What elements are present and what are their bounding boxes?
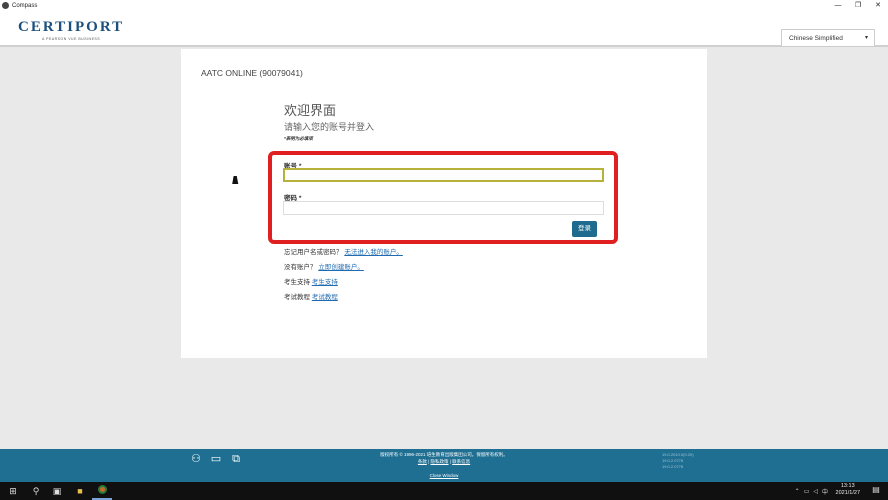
exam-tutorial-text: 考试教程 <box>284 294 310 301</box>
exam-tutorial-link[interactable]: 考试教程 <box>312 294 338 301</box>
candidate-support-text: 考生支持 <box>284 279 310 286</box>
window-controls: — ❐ ✕ <box>828 0 888 11</box>
windows-taskbar: ⊞ ⚲ ▣ ■ ⌃ ▭ ◁ 中 13:13 2021/1/27 ▤ <box>0 482 888 500</box>
window-title: Compass <box>12 2 38 9</box>
language-select-value: Chinese Simplified <box>789 34 843 42</box>
chevron-down-icon: ▾ <box>864 35 868 41</box>
forgot-credentials-text: 忘记用户名或密码？ <box>284 249 343 256</box>
terms-link[interactable]: 条款 <box>418 459 427 464</box>
test-center-name: AATC ONLINE (90079041) <box>201 68 303 78</box>
compass-app-icon <box>2 2 9 9</box>
exam-tutorial-row: 考试教程 考试教程 <box>284 291 338 301</box>
privacy-link[interactable]: 隐私政策 <box>431 459 449 464</box>
ime-indicator[interactable]: 中 <box>822 487 828 496</box>
candidate-support-row: 考生支持 考生支持 <box>284 276 338 286</box>
red-highlight-box <box>268 151 618 244</box>
candidate-support-link[interactable]: 考生支持 <box>312 279 338 286</box>
page-subtitle: 请输入您的账号并登入 <box>284 122 375 132</box>
footer-links: 条款 | 隐私政策 | 联系信息 <box>417 459 471 464</box>
minimize-button[interactable]: — <box>828 0 848 11</box>
language-select[interactable]: Chinese Simplified ▾ <box>781 29 875 47</box>
clock-time: 13:13 <box>840 483 855 489</box>
system-tray: ⌃ ▭ ◁ 中 <box>795 484 828 498</box>
create-account-link[interactable]: 立即创建账户。 <box>318 264 364 271</box>
app-footer: ⚇ ▭ ⧉ 版权所有 © 1996-2021 培生教育出版集团公司。保留所有权利… <box>0 449 888 482</box>
restore-button[interactable]: ❐ <box>848 0 868 11</box>
required-fields-note: *表明为必填项 <box>284 136 313 141</box>
taskbar-clock[interactable]: 13:13 2021/1/27 <box>836 483 860 497</box>
version-info: 19.0.2010.0(0.20) 19.0.2.0778 19.0.2.077… <box>662 452 694 470</box>
logo-tagline: A PEARSON VUE BUSINESS <box>42 37 101 41</box>
window-titlebar: Compass — ❐ ✕ <box>0 0 888 11</box>
close-window-link[interactable]: Close Window <box>0 473 888 478</box>
chevron-up-icon[interactable]: ⌃ <box>795 488 800 495</box>
search-icon[interactable]: ⚲ <box>30 485 42 497</box>
no-account-row: 没有账户？ 立即创建账户。 <box>284 261 364 271</box>
app-header: CERTIPORT A PEARSON VUE BUSINESS Chinese… <box>0 11 888 47</box>
no-account-text: 没有账户？ <box>284 264 317 271</box>
file-explorer-icon[interactable]: ■ <box>74 485 86 497</box>
copyright-text: 版权所有 © 1996-2021 培生教育出版集团公司。保留所有权利。 <box>380 452 508 457</box>
clock-date: 2021/1/27 <box>835 490 860 496</box>
notification-icon[interactable]: ▤ <box>870 485 882 497</box>
page-title: 欢迎界面 <box>284 103 337 118</box>
login-card: AATC ONLINE (90079041) 欢迎界面 请输入您的账号并登入 *… <box>181 49 707 358</box>
task-view-icon[interactable]: ▣ <box>51 485 63 497</box>
certiport-logo: CERTIPORT A PEARSON VUE BUSINESS <box>18 19 124 41</box>
compass-app-icon[interactable] <box>96 485 108 497</box>
network-icon[interactable]: ▭ <box>804 488 810 495</box>
contact-link[interactable]: 联系信息 <box>452 459 470 464</box>
windows-start-icon[interactable]: ⊞ <box>7 485 19 497</box>
forgot-credentials-row: 忘记用户名或密码？ 无法进入我的账户。 <box>284 246 403 256</box>
close-window-button[interactable]: ✕ <box>868 0 888 11</box>
logo-wordmark: CERTIPORT <box>18 19 125 35</box>
version-line: 19.0.2.0778 <box>662 464 684 469</box>
volume-icon[interactable]: ◁ <box>813 488 818 495</box>
cannot-access-account-link[interactable]: 无法进入我的账户。 <box>344 249 403 256</box>
